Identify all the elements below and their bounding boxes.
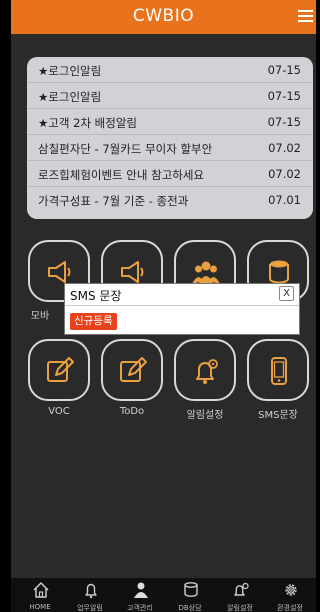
bottom-tab-bar: HOME 업무알림 고객관리 DB상담 알림설정 환경설정 <box>11 578 316 612</box>
notice-title: ★로그인알림 <box>38 90 102 104</box>
bell-settings-icon <box>196 359 218 384</box>
tab-home[interactable]: HOME <box>15 578 65 612</box>
notice-item[interactable]: ★로그인알림 07-15 <box>27 83 313 109</box>
notice-title: 가격구성표 - 7월 기준 - 종전과 <box>38 194 189 208</box>
edit-icon <box>47 357 74 382</box>
notice-title: ★고객 2차 배정알림 <box>38 116 137 130</box>
sms-template-tile[interactable] <box>247 339 309 401</box>
notice-date: 07-15 <box>267 115 301 129</box>
new-register-button[interactable]: 신규등록 <box>70 313 117 330</box>
tab-preferences[interactable]: 환경설정 <box>265 578 315 612</box>
app-header: CWBIO <box>11 0 316 34</box>
dialog-header: SMS 문장 X <box>65 284 299 306</box>
home-icon <box>33 582 49 598</box>
alarm-settings-tile[interactable] <box>174 339 236 401</box>
edit-icon <box>120 357 147 382</box>
notice-date: 07.02 <box>268 167 301 181</box>
notice-item[interactable]: ★로그인알림 07-15 <box>27 57 313 83</box>
notice-title: 로즈힙체험이벤트 안내 참고하세요 <box>38 168 205 182</box>
app-title: CWBIO <box>132 6 195 26</box>
database-icon <box>184 582 198 597</box>
tab-db-consult[interactable]: DB상담 <box>165 578 215 612</box>
tab-work-alerts[interactable]: 업무알림 <box>65 578 115 612</box>
notice-list: ★로그인알림 07-15 ★로그인알림 07-15 ★고객 2차 배정알림 07… <box>27 57 313 219</box>
tab-label: 환경설정 <box>277 604 303 612</box>
person-icon <box>134 582 148 598</box>
tab-customer-management[interactable]: 고객관리 <box>115 578 165 612</box>
notice-item[interactable]: 가격구성표 - 7월 기준 - 종전과 07.01 <box>27 187 313 213</box>
dialog-title: SMS 문장 <box>70 289 122 303</box>
notice-title: ★로그인알림 <box>38 64 102 78</box>
tile-label: 알림설정 <box>186 410 224 421</box>
todo-tile[interactable] <box>101 339 163 401</box>
sms-template-dialog: SMS 문장 X 신규등록 <box>64 283 300 335</box>
voc-tile[interactable] <box>28 339 90 401</box>
tab-alarm-settings[interactable]: 알림설정 <box>215 578 265 612</box>
notice-item[interactable]: 로즈힙체험이벤트 안내 참고하세요 07.02 <box>27 161 313 187</box>
notice-date: 07-15 <box>267 89 301 103</box>
notice-date: 07.01 <box>268 193 301 207</box>
tile-label: SMS문장 <box>258 410 298 421</box>
notice-date: 07.02 <box>268 141 301 155</box>
close-button[interactable]: X <box>279 286 294 301</box>
tile-label: ToDo <box>119 406 145 417</box>
hamburger-menu-icon[interactable] <box>297 8 314 24</box>
notice-title: 삼칠편자단 - 7월카드 무이자 할부안 <box>38 142 213 156</box>
notice-date: 07-15 <box>267 63 301 77</box>
notice-item[interactable]: ★고객 2차 배정알림 07-15 <box>27 109 313 135</box>
gear-icon <box>285 584 297 596</box>
bell-icon <box>85 583 97 599</box>
bell-settings-icon <box>234 582 249 596</box>
notice-item[interactable]: 삼칠편자단 - 7월카드 무이자 할부안 07.02 <box>27 135 313 161</box>
tile-label: VOC <box>48 406 70 417</box>
phone-icon <box>271 357 287 385</box>
app-screen: CWBIO ★로그인알림 07-15 ★로그인알림 07-15 ★고객 2차 배… <box>11 0 316 612</box>
